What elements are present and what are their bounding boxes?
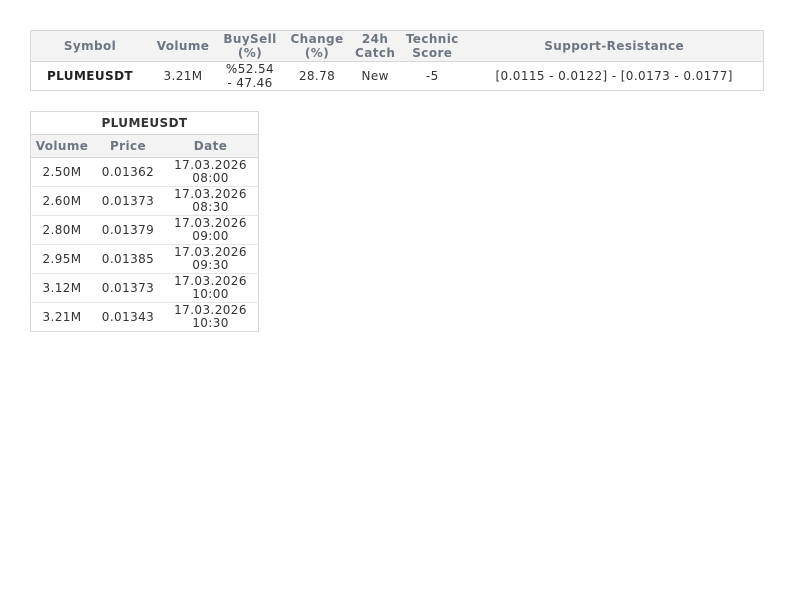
header-change-line2: (%) bbox=[304, 46, 330, 60]
history-date-cell: 17.03.2026 09:00 bbox=[163, 215, 259, 245]
table-row: 2.50M 0.01362 17.03.2026 08:00 bbox=[30, 157, 259, 187]
header-symbol: Symbol bbox=[30, 30, 149, 62]
header-technic-line2: Score bbox=[412, 46, 453, 60]
buysell-buy-value: %52.54 bbox=[225, 62, 275, 76]
summary-header-row: Symbol Volume BuySell (%) Change (%) 24h Ca… bbox=[30, 30, 764, 62]
header-buysell: BuySell (%) bbox=[217, 30, 283, 62]
symbol-cell: PLUMEUSDT bbox=[46, 69, 134, 83]
header-change: Change (%) bbox=[283, 30, 351, 62]
history-time-value: 10:00 bbox=[192, 287, 229, 301]
history-date-cell: 17.03.2026 10:30 bbox=[163, 303, 259, 332]
history-body: 2.50M 0.01362 17.03.2026 08:00 2.60M 0.01373 1… bbox=[30, 157, 259, 332]
history-price-cell: 0.01373 bbox=[93, 273, 163, 303]
buysell-sell-value: - 47.46 bbox=[227, 76, 273, 90]
header-buysell-line1: BuySell bbox=[223, 32, 277, 46]
header-technic-line1: Technic bbox=[405, 32, 459, 46]
buysell-cell: %52.54- 47.46 bbox=[217, 62, 283, 91]
history-price-cell: 0.01385 bbox=[93, 244, 163, 274]
summary-table: Symbol Volume BuySell (%) Change (%) 24h Ca… bbox=[30, 30, 764, 91]
history-volume-cell: 2.95M bbox=[30, 244, 93, 274]
header-change-line1: Change bbox=[290, 32, 344, 46]
history-date-value: 17.03.2026 bbox=[174, 187, 247, 201]
history-price-cell: 0.01343 bbox=[101, 309, 155, 324]
table-row: 2.80M 0.01379 17.03.2026 09:00 bbox=[30, 215, 259, 245]
header-volume: Volume bbox=[149, 30, 217, 62]
history-time-value: 09:30 bbox=[192, 258, 229, 272]
history-date-value: 17.03.2026 bbox=[174, 158, 247, 172]
history-date-value: 17.03.2026 bbox=[174, 216, 247, 230]
history-price-cell: 0.01362 bbox=[93, 157, 163, 187]
header-24h-line2: Catch bbox=[355, 46, 396, 60]
table-row: 3.21M 0.01343 17.03.2026 10:30 bbox=[31, 303, 259, 332]
history-header-date: Date bbox=[163, 134, 259, 158]
support-resistance-cell: [0.0115 - 0.0122] - [0.0173 - 0.0177] bbox=[495, 69, 733, 83]
history-price-cell: 0.01379 bbox=[93, 215, 163, 245]
table-row: 3.12M 0.01373 17.03.2026 10:00 bbox=[30, 273, 259, 303]
table-row: 2.95M 0.01385 17.03.2026 09:30 bbox=[30, 244, 259, 274]
history-price-cell: 0.01373 bbox=[93, 186, 163, 216]
history-volume-cell: 2.50M bbox=[30, 157, 93, 187]
change-cell: 28.78 bbox=[298, 69, 336, 83]
header-buysell-line2: (%) bbox=[237, 46, 263, 60]
history-header-volume: Volume bbox=[30, 134, 93, 158]
header-technic-score: Technic Score bbox=[399, 30, 466, 62]
history-date-cell: 17.03.2026 10:00 bbox=[163, 273, 259, 303]
history-volume-cell: 3.21M bbox=[42, 309, 82, 324]
history-date-value: 17.03.2026 bbox=[174, 303, 247, 317]
history-volume-cell: 2.60M bbox=[30, 186, 93, 216]
history-volume-cell: 3.12M bbox=[30, 273, 93, 303]
catch-24h-cell: New bbox=[361, 69, 389, 83]
history-table: PLUMEUSDT Volume Price Date 2.50M 0.01362… bbox=[30, 111, 259, 332]
history-date-cell: 17.03.2026 08:30 bbox=[163, 186, 259, 216]
history-title-row: PLUMEUSDT bbox=[30, 111, 259, 135]
history-title: PLUMEUSDT bbox=[30, 111, 259, 135]
summary-data-row: PLUMEUSDT 3.21M %52.54- 47.46 28.78 New … bbox=[31, 62, 764, 91]
history-date-cell: 17.03.2026 08:00 bbox=[163, 157, 259, 187]
history-date-value: 17.03.2026 bbox=[174, 245, 247, 259]
history-time-value: 09:00 bbox=[192, 229, 229, 243]
header-support-resistance: Support-Resistance bbox=[465, 30, 764, 62]
history-header-row: Volume Price Date bbox=[30, 134, 259, 158]
history-header-price: Price bbox=[93, 134, 163, 158]
history-date-cell: 17.03.2026 09:30 bbox=[163, 244, 259, 274]
history-time-value: 08:30 bbox=[192, 200, 229, 214]
history-volume-cell: 2.80M bbox=[30, 215, 93, 245]
technic-score-cell: -5 bbox=[425, 69, 439, 83]
volume-cell: 3.21M bbox=[163, 69, 203, 83]
header-24h-line1: 24h bbox=[361, 32, 389, 46]
history-time-value: 08:00 bbox=[192, 171, 229, 185]
table-row: 2.60M 0.01373 17.03.2026 08:30 bbox=[30, 186, 259, 216]
history-date-value: 17.03.2026 bbox=[174, 274, 247, 288]
history-time-value: 10:30 bbox=[192, 316, 229, 330]
header-24h-catch: 24h Catch bbox=[351, 30, 400, 62]
